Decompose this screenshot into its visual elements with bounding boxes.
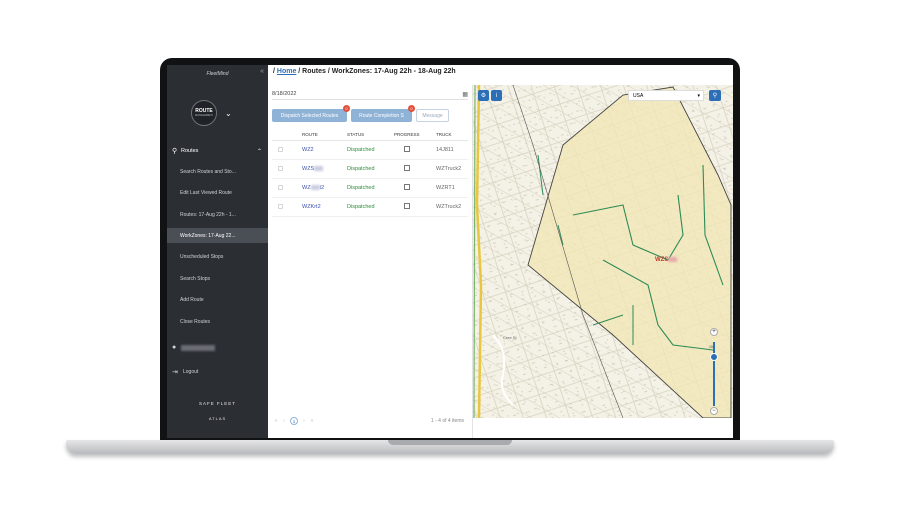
page-number[interactable]: 1 xyxy=(290,417,298,425)
completion-badge: 0 xyxy=(408,105,415,112)
map-view[interactable]: ⚙ i USA ▾ ⚲ WZS Cree St + 15 − xyxy=(473,85,733,418)
table-row[interactable]: WZKrt2 Dispatched WZTruck2 xyxy=(272,198,468,217)
next-page-icon[interactable]: › xyxy=(300,418,308,424)
sidebar-item-search-routes[interactable]: Search Routes and Sto... xyxy=(167,164,268,179)
route-completion-label: Route Completion S xyxy=(359,112,404,119)
logout-label: Logout xyxy=(183,369,199,375)
header-route[interactable]: ROUTE xyxy=(302,132,347,137)
collapse-sidebar-icon[interactable]: « xyxy=(260,68,264,75)
sidebar-item-search-stops[interactable]: Search Stops xyxy=(167,271,268,286)
message-button[interactable]: Message xyxy=(416,109,449,122)
status-text: Dispatched xyxy=(347,204,375,210)
routes-table: ROUTE STATUS PROGRESS TRUCK WZ2 Dispatch… xyxy=(272,129,468,217)
logout-icon: ⇥ xyxy=(172,369,178,376)
progress-checkbox[interactable] xyxy=(404,165,410,171)
first-page-icon[interactable]: « xyxy=(272,418,280,424)
date-value: 8/18/2022 xyxy=(272,91,297,97)
table-row[interactable]: WZS Dispatched WZTruck2 xyxy=(272,160,468,179)
status-text: Dispatched xyxy=(347,166,375,172)
row-select-checkbox[interactable] xyxy=(278,184,283,190)
progress-checkbox[interactable] xyxy=(404,146,410,152)
progress-checkbox[interactable] xyxy=(404,184,410,190)
chevron-down-icon: ⌄ xyxy=(225,108,232,118)
calendar-icon[interactable]: ▦ xyxy=(462,91,468,98)
route-link[interactable]: WZS xyxy=(302,166,347,172)
row-select-checkbox[interactable] xyxy=(278,146,283,152)
map-search-input[interactable]: USA ▾ xyxy=(628,90,704,101)
truck-text: WZTruck2 xyxy=(436,204,462,210)
screen: FleetMind « ROUTE MANAGEMENT ⌄ ⚲ Routes … xyxy=(167,65,733,438)
route-pin-icon: ROUTE MANAGEMENT xyxy=(191,100,217,126)
sidebar-item-unscheduled-stops[interactable]: Unscheduled Stops xyxy=(167,249,268,264)
module-switcher[interactable]: ROUTE MANAGEMENT ⌄ xyxy=(191,93,245,133)
country-dropdown-icon[interactable]: ▾ xyxy=(697,93,700,99)
breadcrumb-home-link[interactable]: Home xyxy=(277,68,296,75)
row-select-checkbox[interactable] xyxy=(278,165,283,171)
map-info-icon[interactable]: i xyxy=(491,90,502,101)
sidebar-group-routes[interactable]: ⚲ Routes ⌃ xyxy=(167,144,268,158)
table-row[interactable]: WZ2 Dispatched 14J811 xyxy=(272,141,468,160)
routes-panel: 8/18/2022 ▦ Dispatch Selected Routes 0 R… xyxy=(268,85,473,438)
chevron-up-icon: ⌃ xyxy=(256,148,262,155)
redacted-text xyxy=(310,185,320,191)
redacted-text xyxy=(668,257,678,262)
logout-link[interactable]: ⇥ Logout xyxy=(172,368,198,376)
sidebar-item-edit-last-route[interactable]: Edit Last Viewed Route xyxy=(167,185,268,200)
breadcrumb-trail: / Routes / WorkZones: 17-Aug 22h - 18-Au… xyxy=(296,68,456,75)
route-link[interactable]: WZKrt2 xyxy=(302,204,347,210)
map-canvas[interactable] xyxy=(473,85,733,418)
route-link[interactable]: WZ2 xyxy=(302,147,347,153)
main-content: / Home / Routes / WorkZones: 17-Aug 22h … xyxy=(268,65,733,438)
zoom-slider-track[interactable] xyxy=(713,342,715,406)
laptop-notch xyxy=(388,440,512,445)
truck-text: 14J811 xyxy=(436,147,454,153)
row-select-checkbox[interactable] xyxy=(278,203,283,209)
dispatch-badge: 0 xyxy=(343,105,350,112)
table-header: ROUTE STATUS PROGRESS TRUCK xyxy=(272,129,468,141)
sidebar: FleetMind « ROUTE MANAGEMENT ⌄ ⚲ Routes … xyxy=(167,65,268,438)
atlas-logo: ATLAS xyxy=(208,416,227,421)
sidebar-item-routes-range[interactable]: Routes: 17-Aug 22h - 1... xyxy=(167,207,268,222)
map-country: USA xyxy=(633,92,644,99)
sidebar-item-add-route[interactable]: Add Route xyxy=(167,292,268,307)
route-link[interactable]: WZ t2 xyxy=(302,185,347,191)
truck-text: WZRT1 xyxy=(436,185,455,191)
workzone-label: WZS xyxy=(655,257,678,263)
safefleet-logo: SAFE FLEET xyxy=(198,401,236,406)
status-text: Dispatched xyxy=(347,185,375,191)
date-picker[interactable]: 8/18/2022 ▦ xyxy=(272,89,468,100)
header-status[interactable]: STATUS xyxy=(347,132,394,137)
dispatch-selected-button[interactable]: Dispatch Selected Routes 0 xyxy=(272,105,350,122)
user-icon: ● xyxy=(172,344,177,351)
prev-page-icon[interactable]: ‹ xyxy=(280,418,288,424)
breadcrumb: / Home / Routes / WorkZones: 17-Aug 22h … xyxy=(273,68,456,75)
sidebar-item-workzones[interactable]: WorkZones: 17-Aug 22... xyxy=(167,228,268,243)
brand-logo: FleetMind xyxy=(206,71,229,77)
header-truck[interactable]: TRUCK xyxy=(436,132,468,137)
dispatch-selected-label: Dispatch Selected Routes xyxy=(280,112,339,119)
sidebar-group-label: Routes xyxy=(181,148,199,154)
route-completion-button[interactable]: Route Completion S 0 xyxy=(351,105,415,122)
zoom-in-button[interactable]: + xyxy=(710,328,718,336)
table-row[interactable]: WZ t2 Dispatched WZRT1 xyxy=(272,179,468,198)
zoom-level: 15 xyxy=(709,345,713,349)
module-subtitle: MANAGEMENT xyxy=(195,114,213,118)
pager-info: 1 - 4 of 4 items xyxy=(430,418,464,424)
user-name-redacted xyxy=(181,344,215,351)
map-search-icon[interactable]: ⚲ xyxy=(709,90,721,101)
street-label: Cree St xyxy=(503,335,517,340)
sidebar-item-close-routes[interactable]: Close Routes xyxy=(167,314,268,329)
routes-icon: ⚲ xyxy=(172,148,178,155)
zoom-slider-handle[interactable] xyxy=(710,353,718,361)
user-menu[interactable]: ● xyxy=(172,344,215,351)
status-text: Dispatched xyxy=(347,147,375,153)
pager: « ‹ 1 › » 1 - 4 of 4 items xyxy=(272,415,468,427)
last-page-icon[interactable]: » xyxy=(308,418,316,424)
progress-checkbox[interactable] xyxy=(404,203,410,209)
zoom-out-button[interactable]: − xyxy=(710,407,718,415)
truck-text: WZTruck2 xyxy=(436,166,462,172)
map-settings-icon[interactable]: ⚙ xyxy=(478,90,489,101)
header-progress[interactable]: PROGRESS xyxy=(394,132,436,137)
redacted-text xyxy=(314,166,324,172)
